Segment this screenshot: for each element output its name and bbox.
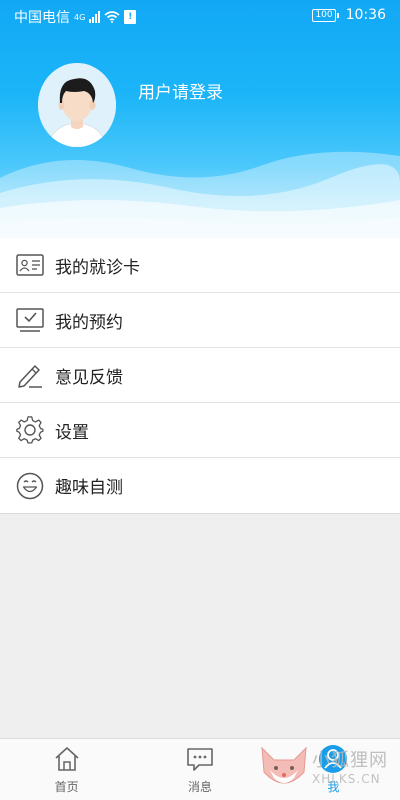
- watermark-text: 小狐狸网: [312, 750, 388, 771]
- menu-item-feedback[interactable]: 意见反馈: [0, 348, 400, 403]
- menu-item-label: 我的就诊卡: [55, 257, 140, 278]
- menu-item-self-test[interactable]: 趣味自测: [0, 458, 400, 513]
- profile-header: 中国电信 4G ! 100 10:36 用户请登录: [0, 0, 400, 238]
- wave-decoration: [0, 151, 400, 238]
- sim-alert-icon: !: [124, 10, 137, 24]
- status-bar: 中国电信 4G ! 100 10:36: [0, 0, 400, 32]
- menu-item-appointments[interactable]: 我的预约: [0, 293, 400, 348]
- tab-label: 消息: [187, 780, 212, 794]
- signal-icon: [89, 11, 101, 23]
- monitor-check-icon: [15, 305, 45, 335]
- home-icon: [55, 747, 79, 771]
- menu-item-label: 设置: [55, 422, 89, 443]
- wifi-icon: [104, 11, 120, 23]
- menu-item-settings[interactable]: 设置: [0, 403, 400, 458]
- tab-messages[interactable]: 消息: [133, 739, 266, 800]
- network-type: 4G: [74, 12, 86, 22]
- tab-home[interactable]: 首页: [0, 739, 133, 800]
- tab-label: 首页: [54, 780, 79, 794]
- menu-item-label: 意见反馈: [55, 367, 123, 388]
- user-avatar-icon: [38, 63, 116, 147]
- avatar[interactable]: [38, 63, 116, 147]
- message-icon: [187, 748, 213, 771]
- gear-icon: [15, 415, 45, 445]
- menu-item-medical-card[interactable]: 我的就诊卡: [0, 238, 400, 293]
- carrier-name: 中国电信: [14, 10, 70, 26]
- smiley-icon: [15, 471, 45, 501]
- menu-list: 我的就诊卡 我的预约 意见反馈 设置 趣味自测: [0, 238, 400, 514]
- clock: 10:36: [345, 7, 386, 23]
- battery-icon: 100: [312, 8, 339, 22]
- id-card-icon: [15, 250, 45, 280]
- site-watermark: 小狐狸网 XHLKS.CN: [256, 738, 396, 796]
- menu-item-label: 趣味自测: [55, 478, 123, 498]
- fox-logo-icon: [261, 746, 307, 784]
- menu-item-label: 我的预约: [55, 312, 123, 333]
- watermark-domain: XHLKS.CN: [312, 772, 381, 786]
- pencil-icon: [15, 360, 45, 390]
- login-prompt[interactable]: 用户请登录: [138, 78, 223, 103]
